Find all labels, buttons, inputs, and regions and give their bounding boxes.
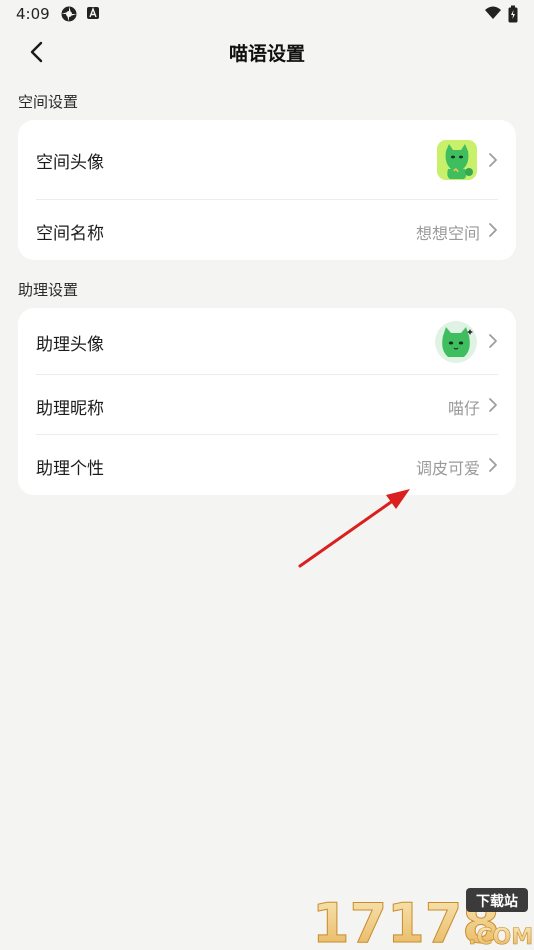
assistant-nickname-row[interactable]: 助理昵称 喵仔 [18,375,516,435]
space-avatar-row[interactable]: 空间头像 [18,120,516,200]
status-time: 4:09 [16,5,50,23]
watermark-logo: 17178 下载站 .COM [304,884,534,950]
assistant-personality-label: 助理个性 [36,459,104,479]
chevron-right-icon [489,458,497,472]
chevron-right-icon [489,398,497,412]
chevron-right-icon [489,223,497,237]
assistant-settings-card: 助理头像 助理昵称 喵仔 助理个性 调皮可爱 [18,308,516,495]
wifi-icon [485,6,501,19]
assistant-avatar-label: 助理头像 [36,335,104,355]
app-a-icon [87,7,99,19]
app-header: 喵语设置 [0,30,534,74]
watermark-domain: .COM [468,925,533,950]
assistant-avatar-image[interactable] [434,320,478,364]
chevron-right-icon [489,334,497,348]
space-name-label: 空间名称 [36,224,104,244]
page-title: 喵语设置 [228,43,305,65]
chevron-right-icon [489,153,497,167]
section-label-assistant: 助理设置 [18,281,79,299]
battery-icon [508,5,518,23]
status-bar: 4:09 [0,0,534,28]
space-avatar-image[interactable] [436,139,478,181]
assistant-nickname-label: 助理昵称 [36,399,104,419]
assistant-avatar-row[interactable]: 助理头像 [18,308,516,374]
space-settings-card: 空间头像 空间名称 想想空间 [18,120,516,260]
assistant-nickname-value: 喵仔 [447,399,480,418]
space-name-value: 想想空间 [415,224,480,243]
assistant-personality-value: 调皮可爱 [415,459,480,478]
space-name-row[interactable]: 空间名称 想想空间 [18,200,516,260]
settings-gear-icon [61,6,77,22]
section-label-space: 空间设置 [18,93,79,111]
watermark-suffix: 下载站 [476,893,518,910]
assistant-personality-row[interactable]: 助理个性 调皮可爱 [18,435,516,495]
space-avatar-label: 空间头像 [36,153,104,173]
